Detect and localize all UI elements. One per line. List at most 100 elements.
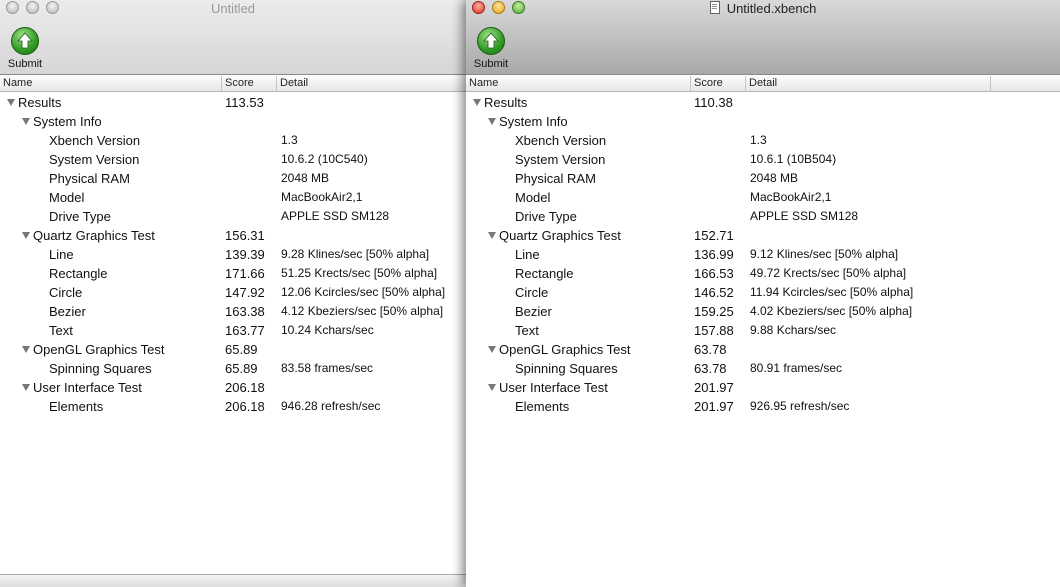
- row-score: 65.89: [225, 361, 258, 376]
- disclosure-triangle-icon[interactable]: [22, 232, 30, 239]
- horizontal-scrollbar[interactable]: [0, 574, 466, 587]
- outline-row[interactable]: Quartz Graphics Test 156.31: [0, 226, 466, 245]
- disclosure-triangle-icon[interactable]: [488, 384, 496, 391]
- disclosure-triangle-icon[interactable]: [488, 232, 496, 239]
- row-name: Elements: [515, 399, 569, 414]
- window-title: Untitled: [210, 1, 256, 16]
- outline-row[interactable]: Spinning Squares 63.78 80.91 frames/sec: [466, 359, 1060, 378]
- outline-row[interactable]: System Version 10.6.2 (10C540): [0, 150, 466, 169]
- column-header-score[interactable]: Score: [690, 76, 745, 91]
- outline-row[interactable]: Text 157.88 9.88 Kchars/sec: [466, 321, 1060, 340]
- disclosure-triangle-icon[interactable]: [488, 346, 496, 353]
- row-name: Quartz Graphics Test: [22, 228, 155, 243]
- submit-label: Submit: [473, 58, 509, 70]
- outline-row[interactable]: Elements 206.18 946.28 refresh/sec: [0, 397, 466, 416]
- window-titlebar[interactable]: Untitled.xbench Submit: [466, 0, 1060, 75]
- row-score: 201.97: [694, 380, 734, 395]
- outline-row[interactable]: Circle 147.92 12.06 Kcircles/sec [50% alph…: [0, 283, 466, 302]
- outline-row[interactable]: OpenGL Graphics Test 63.78: [466, 340, 1060, 359]
- row-name: Xbench Version: [515, 133, 606, 148]
- row-score: 201.97: [694, 399, 734, 414]
- outline-row[interactable]: Model MacBookAir2,1: [466, 188, 1060, 207]
- disclosure-triangle-icon[interactable]: [22, 118, 30, 125]
- window-titlebar[interactable]: Untitled Submit: [0, 0, 466, 75]
- submit-button[interactable]: Submit: [470, 27, 512, 70]
- column-header-name[interactable]: Name: [0, 76, 221, 91]
- row-detail: 10.24 Kchars/sec: [281, 323, 374, 337]
- outline-row[interactable]: Text 163.77 10.24 Kchars/sec: [0, 321, 466, 340]
- outline-row[interactable]: System Info: [0, 112, 466, 131]
- row-detail: 11.94 Kcircles/sec [50% alpha]: [750, 285, 914, 299]
- disclosure-triangle-icon[interactable]: [488, 118, 496, 125]
- disclosure-triangle-icon[interactable]: [7, 99, 15, 106]
- row-name: Text: [49, 323, 73, 338]
- outline-row[interactable]: Bezier 163.38 4.12 Kbeziers/sec [50% alpha…: [0, 302, 466, 321]
- row-name: Bezier: [49, 304, 86, 319]
- outline-row[interactable]: Drive Type APPLE SSD SM128: [0, 207, 466, 226]
- row-name: Results: [473, 95, 527, 110]
- outline-row[interactable]: Rectangle 171.66 51.25 Krects/sec [50% alp…: [0, 264, 466, 283]
- row-name: Rectangle: [515, 266, 574, 281]
- outline-row[interactable]: OpenGL Graphics Test 65.89: [0, 340, 466, 359]
- outline-row[interactable]: Xbench Version 1.3: [0, 131, 466, 150]
- outline-row[interactable]: Bezier 159.25 4.02 Kbeziers/sec [50% alpha…: [466, 302, 1060, 321]
- outline-row[interactable]: System Info: [466, 112, 1060, 131]
- outline-row[interactable]: Drive Type APPLE SSD SM128: [466, 207, 1060, 226]
- outline-row[interactable]: Results 110.38: [466, 93, 1060, 112]
- outline-row[interactable]: Elements 201.97 926.95 refresh/sec: [466, 397, 1060, 416]
- outline-row[interactable]: User Interface Test 206.18: [0, 378, 466, 397]
- row-name: Model: [49, 190, 84, 205]
- row-detail: 80.91 frames/sec: [750, 361, 843, 375]
- row-name: System Info: [22, 114, 102, 129]
- outline-row[interactable]: User Interface Test 201.97: [466, 378, 1060, 397]
- outline-row[interactable]: System Version 10.6.1 (10B504): [466, 150, 1060, 169]
- submit-button[interactable]: Submit: [4, 27, 46, 70]
- disclosure-triangle-icon[interactable]: [473, 99, 481, 106]
- row-name-label: Rectangle: [49, 266, 108, 281]
- outline-row[interactable]: Quartz Graphics Test 152.71: [466, 226, 1060, 245]
- row-name: Spinning Squares: [49, 361, 152, 376]
- row-name: Text: [515, 323, 539, 338]
- row-detail: 946.28 refresh/sec: [281, 399, 381, 413]
- disclosure-triangle-icon[interactable]: [22, 346, 30, 353]
- column-header-detail[interactable]: Detail: [276, 76, 466, 91]
- outline-row[interactable]: Xbench Version 1.3: [466, 131, 1060, 150]
- column-header-score[interactable]: Score: [221, 76, 276, 91]
- row-name-label: Physical RAM: [515, 171, 596, 186]
- row-score: 171.66: [225, 266, 265, 281]
- row-name-label: Bezier: [515, 304, 552, 319]
- column-header-empty: [990, 76, 1060, 91]
- outline-row[interactable]: Circle 146.52 11.94 Kcircles/sec [50% alph…: [466, 283, 1060, 302]
- row-score: 206.18: [225, 399, 265, 414]
- outline-row[interactable]: Line 136.99 9.12 Klines/sec [50% alpha]: [466, 245, 1060, 264]
- row-name-label: User Interface Test: [499, 380, 608, 395]
- row-detail: 51.25 Krects/sec [50% alpha]: [281, 266, 438, 280]
- column-header-name[interactable]: Name: [466, 76, 690, 91]
- outline-row[interactable]: Rectangle 166.53 49.72 Krects/sec [50% alp…: [466, 264, 1060, 283]
- outline-row[interactable]: Spinning Squares 65.89 83.58 frames/sec: [0, 359, 466, 378]
- column-header-detail[interactable]: Detail: [745, 76, 990, 91]
- outline-row[interactable]: Line 139.39 9.28 Klines/sec [50% alpha]: [0, 245, 466, 264]
- row-detail: 49.72 Krects/sec [50% alpha]: [750, 266, 907, 280]
- row-name: Drive Type: [515, 209, 577, 224]
- disclosure-triangle-icon[interactable]: [22, 384, 30, 391]
- outline-row[interactable]: Physical RAM 2048 MB: [466, 169, 1060, 188]
- outline-row[interactable]: Results 113.53: [0, 93, 466, 112]
- document-proxy-icon[interactable]: [709, 1, 720, 14]
- outline-row[interactable]: Physical RAM 2048 MB: [0, 169, 466, 188]
- row-score: 136.99: [694, 247, 734, 262]
- row-name: OpenGL Graphics Test: [488, 342, 631, 357]
- row-name-label: Rectangle: [515, 266, 574, 281]
- row-name: User Interface Test: [22, 380, 142, 395]
- row-name-label: Text: [515, 323, 539, 338]
- row-name-label: Physical RAM: [49, 171, 130, 186]
- row-name: System Version: [49, 152, 139, 167]
- row-detail: 2048 MB: [281, 171, 330, 185]
- row-score: 110.38: [694, 95, 733, 110]
- outline-row[interactable]: Model MacBookAir2,1: [0, 188, 466, 207]
- row-score: 139.39: [225, 247, 265, 262]
- row-name: Circle: [49, 285, 82, 300]
- row-detail: MacBookAir2,1: [281, 190, 363, 204]
- row-score: 63.78: [694, 342, 727, 357]
- row-name: Quartz Graphics Test: [488, 228, 621, 243]
